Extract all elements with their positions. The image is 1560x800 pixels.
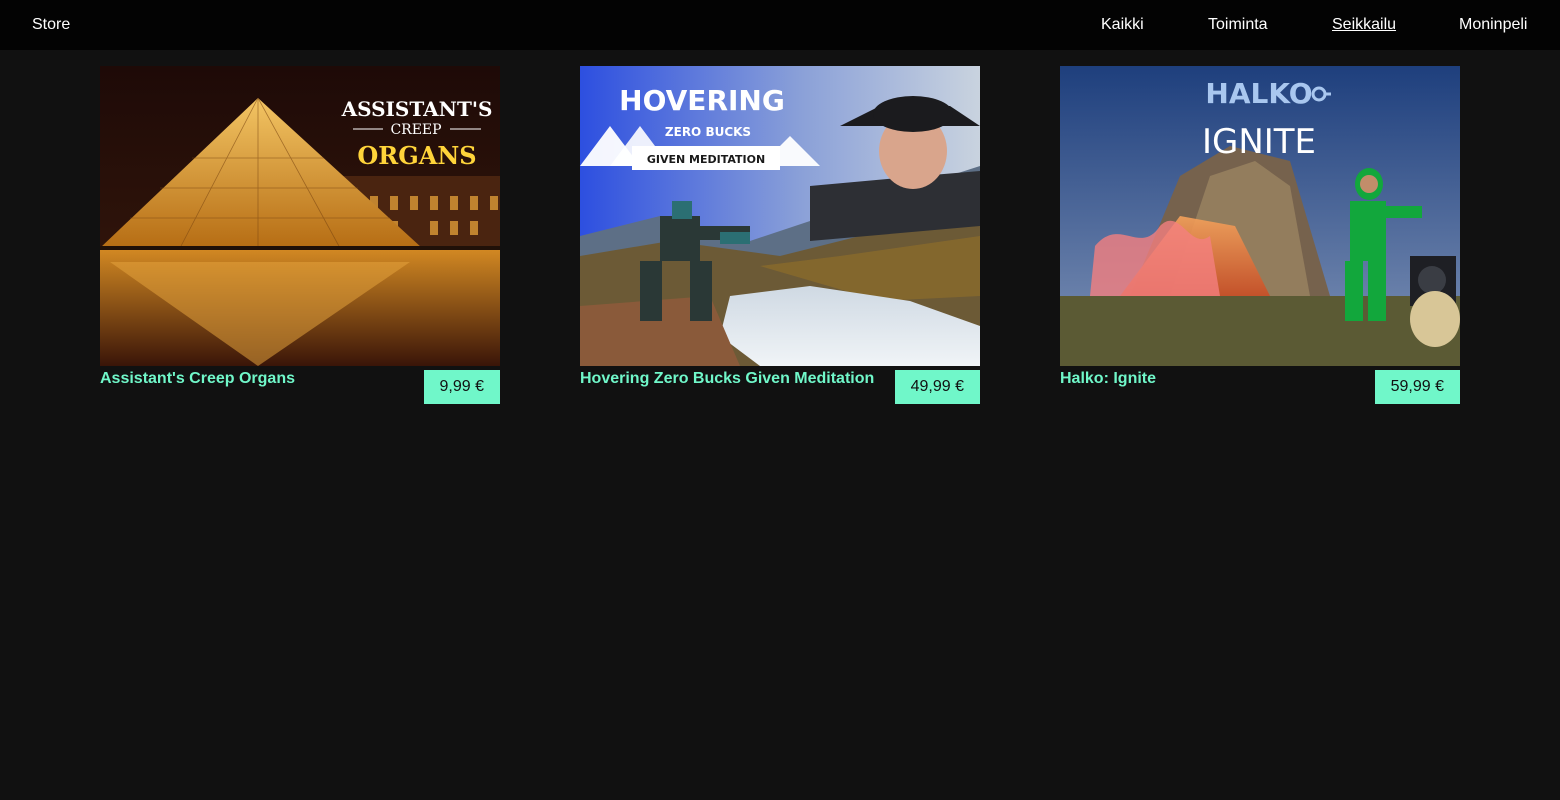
price-button[interactable]: 59,99 € [1374,370,1460,404]
store-home-link[interactable]: Store [32,16,70,34]
game-cover-image[interactable]: HOVERING ZERO BUCKS GIVEN MEDITATION [580,66,980,366]
nav-link-kaikki[interactable]: Kaikki [1101,16,1144,34]
cover-title-line-1: ASSISTANT'S [341,97,493,121]
game-title[interactable]: Assistant's Creep Organs [100,370,400,388]
cover-title-line-3: ORGANS [357,141,476,170]
game-card: HOVERING ZERO BUCKS GIVEN MEDITATION Hov… [580,66,980,406]
price-button[interactable]: 49,99 € [894,370,980,404]
game-card: ASSISTANT'S CREEP ORGANS Assistant's Cre… [100,66,500,406]
nav-link-toiminta[interactable]: Toiminta [1208,16,1268,34]
cover-title-line-2: CREEP [390,122,441,138]
cover-title-line-2: IGNITE [1202,122,1316,162]
cover-title-line-1: HOVERING [619,84,785,117]
nav-link-moninpeli[interactable]: Moninpeli [1459,16,1527,34]
cover-title-line-2: ZERO BUCKS [665,125,751,139]
game-card: HALKO IGNITE Halko: Ignite 59,99 € [1060,66,1460,406]
cover-title-line-3: GIVEN MEDITATION [647,153,765,166]
game-title[interactable]: Hovering Zero Bucks Given Meditation [580,370,880,388]
game-cover-image[interactable]: HALKO IGNITE [1060,66,1460,366]
price-button[interactable]: 9,99 € [423,370,500,404]
top-navigation-bar: Store Kaikki Toiminta Seikkailu Moninpel… [0,0,1560,50]
nav-link-seikkailu[interactable]: Seikkailu [1332,16,1396,34]
cover-title-line-1: HALKO [1205,77,1312,110]
game-title[interactable]: Halko: Ignite [1060,370,1360,388]
game-cover-image[interactable]: ASSISTANT'S CREEP ORGANS [100,66,500,366]
